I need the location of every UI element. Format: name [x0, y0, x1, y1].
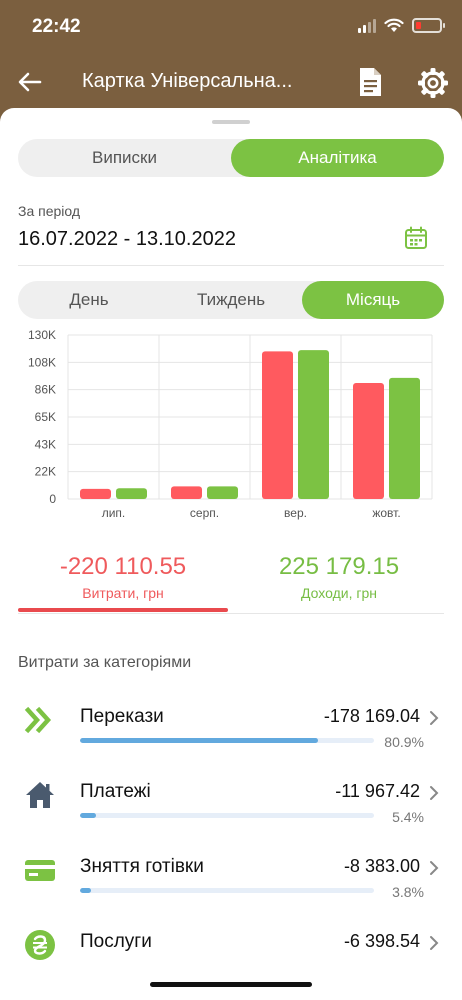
expense-amount: -220 110.55	[59, 553, 187, 580]
expense-bar	[353, 382, 384, 499]
divider	[18, 613, 444, 614]
page-title: Картка Універсальна...	[82, 70, 293, 92]
hryvnia-coin-icon	[25, 930, 55, 960]
income-bar	[207, 486, 238, 499]
battery-icon	[412, 18, 445, 33]
cellular-signal-icon	[358, 18, 376, 33]
chevron-right-icon	[430, 786, 439, 800]
x-tick-label: жовт.	[372, 506, 400, 520]
divider	[18, 265, 444, 266]
monthly-bar-chart: 0 22K 43K 65K 86K 108K 130K лип. серп. вер. жовт.	[28, 328, 433, 520]
category-amount: -8 383.00	[343, 856, 420, 876]
category-percent: 80.9%	[384, 734, 424, 750]
category-name: Зняття готівки	[80, 856, 204, 877]
tab-statements[interactable]: Виписки	[18, 139, 231, 177]
category-name: Перекази	[80, 706, 164, 727]
nav-bar: Картка Універсальна...	[0, 56, 462, 112]
category-amount: -11 967.42	[335, 781, 420, 801]
y-tick-label: 0	[49, 492, 56, 506]
granularity-switcher: День Тиждень Місяць	[18, 281, 444, 319]
expense-label: Витрати, грн	[82, 585, 164, 601]
income-bar	[389, 377, 420, 499]
wifi-icon	[384, 18, 404, 32]
tab-day[interactable]: День	[18, 281, 160, 319]
category-row-payments[interactable]: Платежі -11 967.42 5.4%	[0, 779, 462, 849]
period-label: За період	[18, 203, 81, 219]
y-tick-label: 130K	[28, 328, 56, 342]
x-tick-label: лип.	[102, 506, 126, 520]
y-tick-label: 86K	[35, 383, 56, 397]
status-bar: 22:42	[0, 0, 462, 56]
category-progress	[80, 888, 374, 893]
category-amount: -178 169.04	[323, 706, 420, 726]
x-tick-label: серп.	[190, 506, 219, 520]
category-row-transfers[interactable]: Перекази -178 169.04 80.9%	[0, 704, 462, 774]
tab-month[interactable]: Місяць	[302, 281, 444, 319]
expense-bar	[171, 486, 202, 499]
category-progress-fill	[80, 888, 92, 893]
calendar-icon[interactable]	[404, 226, 428, 250]
y-tick-label: 65K	[35, 410, 56, 424]
view-switcher: Виписки Аналітика	[18, 139, 444, 177]
category-name: Платежі	[80, 781, 151, 802]
income-total: 225 179.15 Доходи, грн	[234, 553, 444, 601]
y-tick-label: 22K	[35, 465, 56, 479]
income-bar	[298, 350, 329, 499]
back-arrow-icon[interactable]	[16, 68, 44, 96]
expense-selected-indicator	[18, 608, 228, 612]
category-name: Послуги	[80, 931, 152, 952]
category-row-services[interactable]: Послуги -6 398.54	[0, 929, 462, 999]
expense-total: -220 110.55 Витрати, грн	[18, 553, 228, 601]
tab-week[interactable]: Тиждень	[160, 281, 302, 319]
category-percent: 5.4%	[392, 809, 424, 825]
x-tick-label: вер.	[284, 506, 307, 520]
document-icon[interactable]	[356, 66, 384, 98]
income-label: Доходи, грн	[301, 585, 377, 601]
expense-bar	[80, 488, 111, 499]
period-value[interactable]: 16.07.2022 - 13.10.2022	[18, 228, 236, 251]
gear-icon[interactable]	[416, 66, 450, 100]
double-chevron-right-icon	[24, 706, 52, 734]
category-row-cash-withdrawal[interactable]: Зняття готівки -8 383.00 3.8%	[0, 854, 462, 924]
expense-bar	[262, 351, 293, 499]
category-progress	[80, 738, 374, 743]
y-tick-label: 108K	[28, 355, 56, 369]
analytics-sheet: Виписки Аналітика За період 16.07.2022 -…	[0, 108, 462, 1000]
home-indicator[interactable]	[150, 982, 312, 987]
category-progress-fill	[80, 738, 318, 743]
y-tick-label: 43K	[35, 437, 56, 451]
income-amount: 225 179.15	[278, 553, 400, 580]
sheet-grabber[interactable]	[212, 120, 250, 124]
card-icon	[25, 860, 55, 881]
income-bar	[116, 488, 147, 499]
categories-title: Витрати за категоріями	[18, 654, 192, 671]
chevron-right-icon	[430, 711, 439, 725]
chevron-right-icon	[430, 861, 439, 875]
tab-analytics[interactable]: Аналітика	[231, 139, 444, 177]
category-amount: -6 398.54	[343, 931, 420, 951]
status-time: 22:42	[32, 16, 81, 37]
category-percent: 3.8%	[392, 884, 424, 900]
chevron-right-icon	[430, 936, 439, 950]
category-progress-fill	[80, 813, 96, 818]
system-icons	[358, 18, 445, 33]
category-progress	[80, 813, 374, 818]
house-icon	[26, 782, 54, 808]
